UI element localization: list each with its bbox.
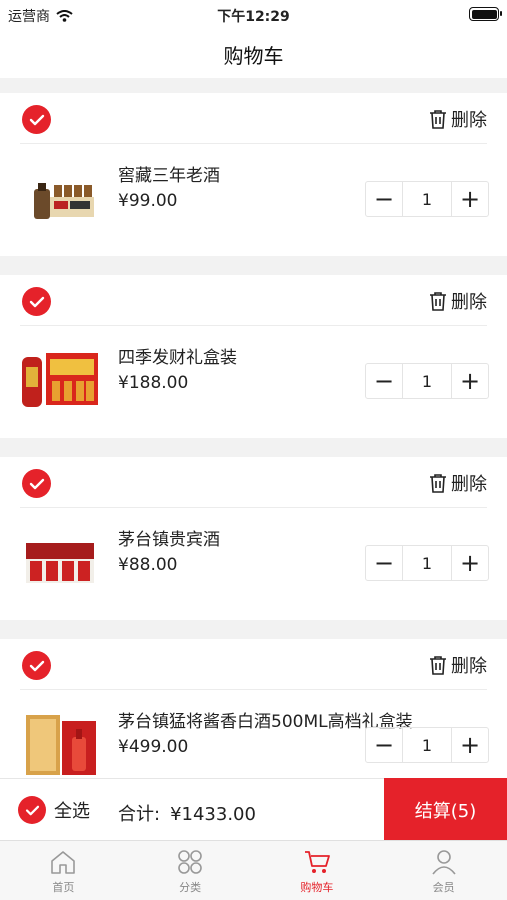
item-checkbox[interactable] bbox=[22, 287, 51, 316]
increase-button[interactable]: + bbox=[452, 182, 488, 216]
quantity-value[interactable]: 1 bbox=[402, 364, 452, 398]
trash-icon bbox=[430, 292, 446, 311]
product-name[interactable]: 四季发财礼盒装 bbox=[118, 343, 237, 368]
cart-item: 删除 茅台镇猛将酱香白酒500ML高档礼盒装 ¥499.00 − 1 + bbox=[0, 639, 507, 778]
select-all-label: 全选 bbox=[54, 801, 90, 822]
decrease-button[interactable]: − bbox=[366, 182, 402, 216]
increase-button[interactable]: + bbox=[452, 546, 488, 580]
battery-icon bbox=[469, 7, 502, 21]
item-checkbox[interactable] bbox=[22, 651, 51, 680]
cart-item: 删除 四季发财礼盒装 ¥188.00 − 1 + bbox=[0, 275, 507, 438]
item-checkbox[interactable] bbox=[22, 469, 51, 498]
quantity-stepper: − 1 + bbox=[365, 545, 489, 581]
quantity-value[interactable]: 1 bbox=[402, 182, 452, 216]
cart-list[interactable]: 删除 窖藏三年老酒 ¥99.00 − 1 + 删除 四季发财礼盒装 ¥188.0… bbox=[0, 78, 507, 778]
total-label: 合计: bbox=[118, 804, 161, 825]
cart-item-header: 删除 bbox=[20, 457, 487, 508]
item-checkbox[interactable] bbox=[22, 105, 51, 134]
checkmark-icon bbox=[29, 660, 44, 671]
tab-member[interactable]: 会员 bbox=[380, 841, 507, 900]
checkmark-icon bbox=[29, 114, 44, 125]
checkout-button[interactable]: 结算(5) bbox=[384, 778, 507, 841]
tab-label: 会员 bbox=[432, 881, 455, 894]
delete-button[interactable]: 删除 bbox=[429, 470, 487, 496]
delete-label: 删除 bbox=[451, 292, 487, 313]
quantity-value[interactable]: 1 bbox=[402, 728, 452, 762]
tab-home[interactable]: 首页 bbox=[0, 841, 127, 900]
trash-icon bbox=[430, 656, 446, 675]
quantity-stepper: − 1 + bbox=[365, 727, 489, 763]
delete-label: 删除 bbox=[451, 656, 487, 677]
cart-item-header: 删除 bbox=[20, 639, 487, 690]
cart-item-header: 删除 bbox=[20, 275, 487, 326]
cart-icon bbox=[304, 851, 330, 873]
select-all[interactable]: 全选 bbox=[18, 796, 90, 824]
cart-item: 删除 茅台镇贵宾酒 ¥88.00 − 1 + bbox=[0, 457, 507, 620]
increase-button[interactable]: + bbox=[452, 364, 488, 398]
decrease-button[interactable]: − bbox=[366, 364, 402, 398]
delete-button[interactable]: 删除 bbox=[429, 652, 487, 678]
tab-label: 分类 bbox=[179, 881, 202, 894]
tab-cart[interactable]: 购物车 bbox=[254, 841, 381, 900]
quantity-stepper: − 1 + bbox=[365, 181, 489, 217]
checkmark-icon bbox=[29, 478, 44, 489]
status-time: 下午12:29 bbox=[217, 9, 290, 25]
cart-item: 删除 窖藏三年老酒 ¥99.00 − 1 + bbox=[0, 93, 507, 256]
page-title: 购物车 bbox=[223, 44, 284, 68]
delete-button[interactable]: 删除 bbox=[429, 288, 487, 314]
product-image[interactable] bbox=[20, 707, 100, 777]
user-icon bbox=[431, 850, 456, 875]
product-image[interactable] bbox=[20, 161, 100, 231]
cart-item-header: 删除 bbox=[20, 93, 487, 144]
home-icon bbox=[51, 851, 76, 874]
select-all-checkbox[interactable] bbox=[18, 796, 46, 824]
quantity-stepper: − 1 + bbox=[365, 363, 489, 399]
decrease-button[interactable]: − bbox=[366, 546, 402, 580]
product-name[interactable]: 窖藏三年老酒 bbox=[118, 161, 220, 186]
total-amount: ¥1433.00 bbox=[170, 804, 256, 825]
delete-label: 删除 bbox=[451, 110, 487, 131]
product-price: ¥88.00 bbox=[118, 555, 178, 575]
total-summary: 合计: ¥1433.00 bbox=[118, 800, 256, 826]
product-image[interactable] bbox=[20, 525, 100, 595]
status-bar: 运营商 下午12:29 bbox=[0, 0, 507, 28]
category-icon bbox=[178, 850, 202, 874]
quantity-value[interactable]: 1 bbox=[402, 546, 452, 580]
increase-button[interactable]: + bbox=[452, 728, 488, 762]
tab-label: 购物车 bbox=[300, 881, 334, 894]
tab-bar: 首页 分类 购物车 会员 bbox=[0, 840, 507, 900]
product-image[interactable] bbox=[20, 343, 100, 413]
product-price: ¥99.00 bbox=[118, 191, 178, 211]
trash-icon bbox=[430, 474, 446, 493]
product-price: ¥499.00 bbox=[118, 737, 189, 757]
delete-label: 删除 bbox=[451, 474, 487, 495]
checkmark-icon bbox=[29, 296, 44, 307]
delete-button[interactable]: 删除 bbox=[429, 106, 487, 132]
tab-label: 首页 bbox=[52, 881, 75, 894]
nav-bar: 购物车 bbox=[0, 28, 507, 78]
tab-category[interactable]: 分类 bbox=[127, 841, 254, 900]
product-name[interactable]: 茅台镇贵宾酒 bbox=[118, 525, 220, 550]
trash-icon bbox=[430, 110, 446, 129]
checkmark-icon bbox=[25, 805, 39, 815]
decrease-button[interactable]: − bbox=[366, 728, 402, 762]
product-price: ¥188.00 bbox=[118, 373, 189, 393]
checkout-bar: 全选 合计: ¥1433.00 结算(5) bbox=[0, 778, 507, 841]
